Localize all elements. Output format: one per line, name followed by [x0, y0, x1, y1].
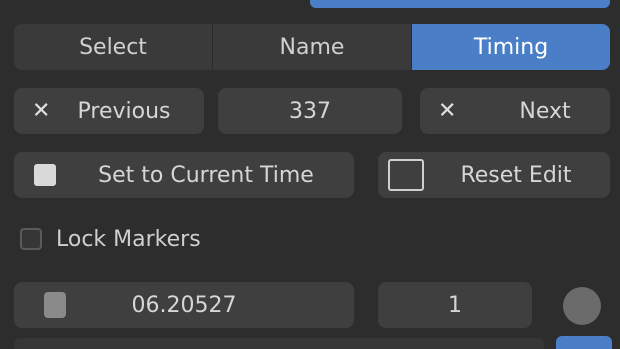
reset-edit-button[interactable]: Reset Edit [378, 152, 610, 198]
previous-icon: ✕ [32, 98, 51, 124]
frame-value-field[interactable]: 337 [218, 88, 402, 134]
set-current-time-label: Set to Current Time [98, 162, 314, 188]
settings-circle-icon[interactable] [563, 287, 601, 325]
clock-icon [34, 164, 56, 186]
lock-icon [44, 292, 66, 318]
previous-label: Previous [77, 98, 171, 124]
next-icon: ✕ [438, 98, 457, 124]
next-button[interactable]: ✕ Next [420, 88, 610, 134]
step-value: 1 [448, 292, 462, 318]
bottom-accent-tab[interactable] [556, 336, 612, 349]
previous-button[interactable]: ✕ Previous [14, 88, 204, 134]
next-label: Next [519, 98, 571, 124]
frame-value: 337 [289, 98, 331, 124]
lock-markers-label: Lock Markers [56, 226, 201, 252]
tab-select[interactable]: Select [14, 24, 213, 70]
mode-tabs: Select Name Timing [14, 24, 610, 70]
frame-icon [388, 159, 424, 191]
tab-timing[interactable]: Timing [412, 24, 610, 70]
lock-markers-checkbox[interactable] [20, 228, 42, 250]
top-accent-bar [310, 0, 610, 8]
time-field[interactable]: 06.20527 [14, 282, 354, 328]
time-value: 06.20527 [131, 292, 237, 318]
tab-name[interactable]: Name [213, 24, 412, 70]
set-current-time-button[interactable]: Set to Current Time [14, 152, 354, 198]
step-field[interactable]: 1 [378, 282, 532, 328]
next-row-edge [14, 338, 544, 349]
lock-markers-row[interactable]: Lock Markers [20, 222, 201, 256]
reset-edit-label: Reset Edit [460, 162, 572, 188]
